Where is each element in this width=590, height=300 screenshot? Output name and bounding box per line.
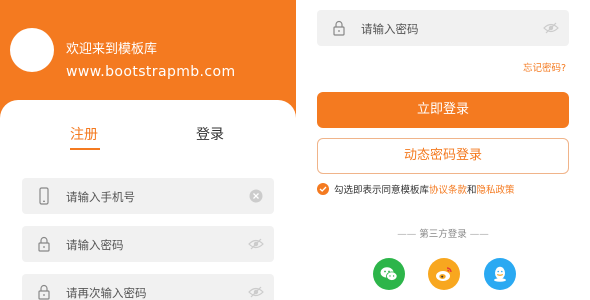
lock-icon — [333, 20, 345, 36]
check-icon — [319, 186, 327, 192]
tab-login[interactable]: 登录 — [196, 124, 224, 144]
dynamic-password-login-button[interactable]: 动态密码登录 — [317, 138, 569, 174]
eye-hidden-icon[interactable] — [248, 237, 264, 251]
lock-icon — [38, 284, 50, 300]
site-url: www.bootstrapmb.com — [66, 64, 236, 80]
login-password-placeholder: 请输入密码 — [361, 22, 419, 36]
qq-icon[interactable] — [484, 258, 516, 290]
weibo-icon[interactable] — [428, 258, 460, 290]
divider-right: —— — [469, 229, 489, 240]
agree-prefix: 勾选即表示同意模板库 — [334, 185, 430, 196]
password-placeholder: 请输入密码 — [66, 238, 124, 252]
eye-hidden-icon[interactable] — [248, 285, 264, 299]
agreement-link[interactable]: 协议条款 — [429, 182, 467, 196]
confirm-password-field[interactable]: 请再次输入密码 — [22, 274, 274, 300]
phone-icon — [39, 187, 49, 205]
register-panel: 欢迎来到模板库 www.bootstrapmb.com 注册 登录 请输入手机号… — [0, 0, 296, 300]
privacy-link[interactable]: 隐私政策 — [477, 182, 515, 196]
register-card: 注册 登录 请输入手机号 请输入密码 请再次输入密码 — [0, 100, 296, 300]
clear-icon[interactable] — [248, 189, 264, 203]
agree-and: 和 — [467, 185, 477, 196]
wechat-icon[interactable] — [373, 258, 405, 290]
tab-register[interactable]: 注册 — [70, 124, 98, 144]
lock-icon — [38, 236, 50, 252]
third-party-text: 第三方登录 — [419, 229, 467, 240]
login-password-field[interactable]: 请输入密码 — [317, 10, 569, 46]
third-party-login-label: —— 第三方登录 —— — [390, 226, 496, 240]
divider-left: —— — [397, 229, 417, 240]
phone-placeholder: 请输入手机号 — [66, 190, 135, 204]
agreement-row: 勾选即表示同意模板库 协议条款 和 隐私政策 — [317, 182, 515, 196]
avatar[interactable] — [10, 28, 54, 72]
agree-checkbox[interactable] — [317, 183, 329, 195]
login-button[interactable]: 立即登录 — [317, 92, 569, 128]
welcome-text: 欢迎来到模板库 — [66, 42, 158, 57]
forgot-password-link[interactable]: 忘记密码? — [523, 60, 566, 74]
password-field[interactable]: 请输入密码 — [22, 226, 274, 262]
phone-field[interactable]: 请输入手机号 — [22, 178, 274, 214]
eye-hidden-icon[interactable] — [543, 21, 559, 35]
confirm-password-placeholder: 请再次输入密码 — [66, 286, 147, 300]
active-tab-indicator — [70, 148, 100, 150]
